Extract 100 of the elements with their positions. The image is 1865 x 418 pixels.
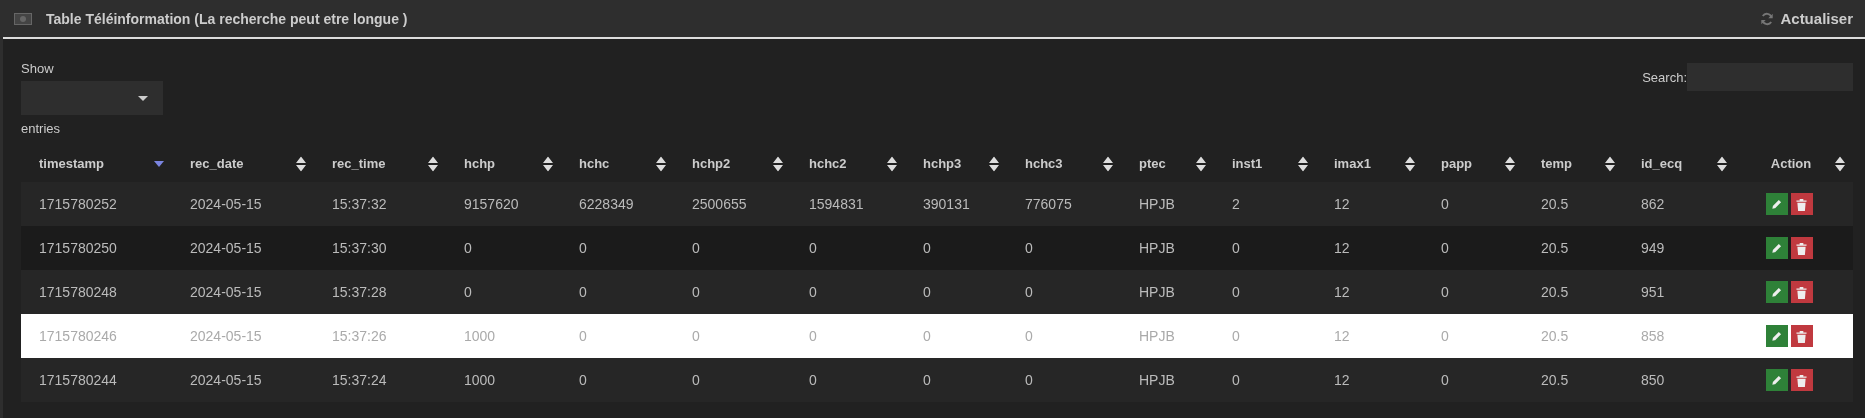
table-cell: 2024-05-15: [190, 372, 262, 388]
table-cell: 0: [464, 284, 472, 300]
table-cell: HPJB: [1139, 240, 1175, 256]
table-cell: 0: [1025, 372, 1033, 388]
table-cell: 15:37:32: [332, 196, 387, 212]
table-cell: 1000: [464, 372, 496, 388]
pencil-icon: [1771, 374, 1782, 386]
column-header[interactable]: hchc3: [1007, 145, 1121, 182]
column-header[interactable]: id_ecq: [1623, 145, 1735, 182]
table-cell: 2024-05-15: [190, 240, 262, 256]
table-cell: 951: [1641, 284, 1665, 300]
banknote-icon: [14, 12, 32, 25]
table-cell: 6228349: [579, 196, 634, 212]
column-header[interactable]: hchp: [446, 145, 561, 182]
edit-button[interactable]: [1765, 237, 1788, 259]
table-cell: 0: [1025, 328, 1033, 344]
table-cell: 0: [692, 372, 700, 388]
table-cell: 12: [1334, 196, 1350, 212]
trash-icon: [1796, 241, 1807, 255]
table-cell: 2500655: [692, 196, 747, 212]
column-header[interactable]: inst1: [1214, 145, 1316, 182]
column-header[interactable]: rec_date: [172, 145, 314, 182]
column-header[interactable]: rec_time: [314, 145, 446, 182]
delete-button[interactable]: [1790, 237, 1813, 259]
table-cell: 0: [579, 284, 587, 300]
table-cell: HPJB: [1139, 196, 1175, 212]
table-cell: 20.5: [1541, 328, 1569, 344]
table-cell: 390131: [923, 196, 970, 212]
table-cell: 0: [1441, 240, 1449, 256]
table-cell: 2: [1232, 196, 1240, 212]
table-cell: 12: [1334, 372, 1350, 388]
table-cell: 0: [923, 284, 931, 300]
column-header[interactable]: papp: [1423, 145, 1523, 182]
table-cell: 1715780248: [39, 284, 117, 300]
caret-icon: [138, 95, 148, 101]
table-cell: 776075: [1025, 196, 1072, 212]
trash-icon: [1796, 197, 1807, 211]
pencil-icon: [1771, 198, 1782, 210]
column-header[interactable]: hchc2: [791, 145, 905, 182]
trash-icon: [1796, 285, 1807, 299]
table-cell: 20.5: [1541, 240, 1569, 256]
column-header[interactable]: ptec: [1121, 145, 1214, 182]
table-cell: 0: [1025, 240, 1033, 256]
table-cell: 0: [809, 240, 817, 256]
table-cell: 2024-05-15: [190, 196, 262, 212]
delete-button[interactable]: [1790, 193, 1813, 215]
refresh-icon: [1760, 11, 1775, 26]
table-cell: 0: [923, 328, 931, 344]
edit-button[interactable]: [1765, 281, 1788, 303]
table-cell: 858: [1641, 328, 1665, 344]
table-cell: 1715780246: [39, 328, 117, 344]
table-cell: 850: [1641, 372, 1665, 388]
edit-button[interactable]: [1765, 369, 1788, 391]
table-cell: 12: [1334, 284, 1350, 300]
table-cell: 20.5: [1541, 284, 1569, 300]
table-cell: 0: [1232, 328, 1240, 344]
table-cell: 0: [579, 372, 587, 388]
table-cell: 0: [923, 240, 931, 256]
table-cell: HPJB: [1139, 372, 1175, 388]
table-cell: 20.5: [1541, 196, 1569, 212]
table-cell: 0: [809, 284, 817, 300]
table-cell: 15:37:28: [332, 284, 387, 300]
table-cell: 0: [464, 240, 472, 256]
table-cell: HPJB: [1139, 284, 1175, 300]
table-cell: 12: [1334, 240, 1350, 256]
table-cell: HPJB: [1139, 328, 1175, 344]
panel-title: Table Téléinformation (La recherche peut etre longue ): [46, 10, 409, 27]
table-cell: 862: [1641, 196, 1665, 212]
table-cell: 2024-05-15: [190, 284, 262, 300]
table-cell: 1715780252: [39, 196, 117, 212]
table-cell: 2024-05-15: [190, 328, 262, 344]
table-cell: 0: [692, 284, 700, 300]
column-header[interactable]: Action: [1735, 145, 1853, 182]
table-cell: 20.5: [1541, 372, 1569, 388]
table-cell: 0: [1441, 284, 1449, 300]
delete-button[interactable]: [1790, 281, 1813, 303]
edit-button[interactable]: [1765, 193, 1788, 215]
pencil-icon: [1771, 242, 1782, 254]
column-header[interactable]: hchc: [561, 145, 674, 182]
table-cell: 0: [1232, 240, 1240, 256]
table-cell: 12: [1334, 328, 1350, 344]
pencil-icon: [1771, 330, 1782, 342]
table-cell: 0: [1441, 196, 1449, 212]
table-cell: 0: [1232, 284, 1240, 300]
table-cell: 0: [1441, 372, 1449, 388]
table-cell: 0: [1025, 284, 1033, 300]
column-header[interactable]: hchp3: [905, 145, 1007, 182]
refresh-link[interactable]: Actualiser: [1760, 10, 1853, 27]
table-cell: 0: [579, 328, 587, 344]
column-header[interactable]: imax1: [1316, 145, 1423, 182]
delete-button[interactable]: [1790, 369, 1813, 391]
column-header[interactable]: hchp2: [674, 145, 791, 182]
table-cell: 0: [1441, 328, 1449, 344]
column-header[interactable]: timestamp: [21, 145, 172, 182]
table-cell: 15:37:30: [332, 240, 387, 256]
table-cell: 0: [692, 328, 700, 344]
column-header[interactable]: temp: [1523, 145, 1623, 182]
trash-icon: [1796, 329, 1807, 343]
search-label: Search:: [1642, 69, 1687, 85]
table-cell: 0: [1232, 372, 1240, 388]
